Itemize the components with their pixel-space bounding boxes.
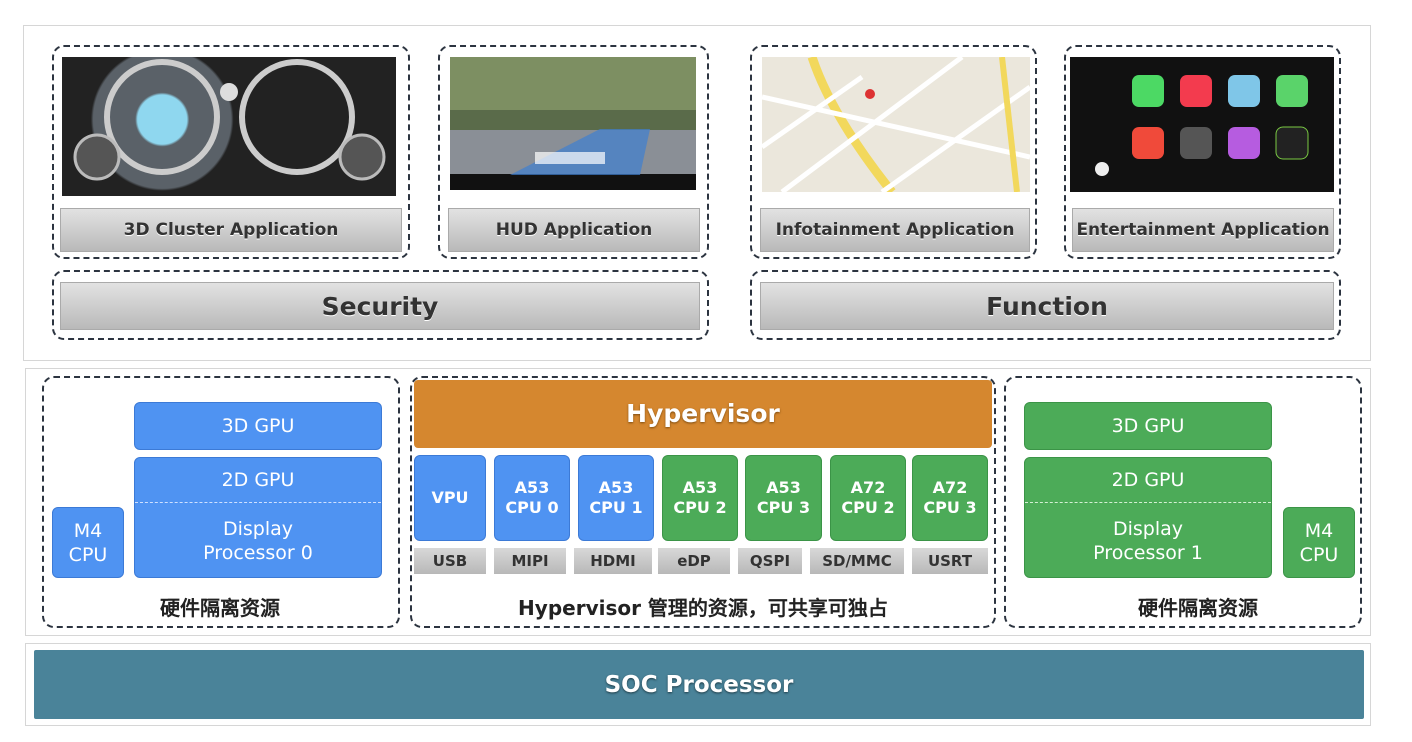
map-image <box>762 57 1030 192</box>
carplay-home-image <box>1070 57 1334 192</box>
core-4: A53 CPU 3 <box>745 455 822 541</box>
app-label-hud: HUD Application <box>448 208 700 252</box>
core-label: CPU 2 <box>841 498 895 517</box>
hypervisor-bar: Hypervisor <box>414 380 992 448</box>
app-label-infotainment: Infotainment Application <box>760 208 1030 252</box>
core-name: VPU <box>431 488 469 507</box>
interface-sd-mmc: SD/MMC <box>810 548 904 574</box>
core-label: CPU 0 <box>505 498 559 517</box>
instrument-cluster-image <box>62 57 396 196</box>
right-3d-gpu: 3D GPU <box>1024 402 1272 450</box>
left-2d-gpu-display: 2D GPU Display Processor 0 <box>134 457 382 578</box>
core-label: CPU 1 <box>589 498 643 517</box>
core-name: A53 <box>682 478 718 497</box>
left-display-processor: Display Processor 0 <box>203 518 313 564</box>
core-label: CPU 3 <box>756 498 811 517</box>
app-label-entertainment: Entertainment Application <box>1072 208 1334 252</box>
core-name: A53 <box>598 478 634 497</box>
interface-qspi: QSPI <box>738 548 802 574</box>
left-caption: 硬件隔离资源 <box>160 596 280 620</box>
interface-mipi: MIPI <box>494 548 566 574</box>
left-3d-gpu: 3D GPU <box>134 402 382 450</box>
left-m4-cpu: M4 CPU <box>52 507 124 578</box>
core-label: CPU 3 <box>923 498 977 517</box>
core-name: A72 <box>850 478 886 497</box>
left-2d-gpu: 2D GPU <box>135 458 381 503</box>
core-name: A72 <box>932 478 968 497</box>
right-display-processor: Display Processor 1 <box>1093 518 1203 564</box>
function-domain-label: Function <box>760 282 1334 330</box>
right-m4-cpu: M4 CPU <box>1283 507 1355 578</box>
right-2d-gpu-display: 2D GPU Display Processor 1 <box>1024 457 1272 578</box>
hypervisor-caption: Hypervisor 管理的资源，可共享可独占 <box>518 596 888 620</box>
core-6: A72 CPU 3 <box>912 455 988 541</box>
core-1: A53 CPU 0 <box>494 455 570 541</box>
app-label-3d-cluster: 3D Cluster Application <box>60 208 402 252</box>
core-name: A53 <box>514 478 550 497</box>
interface-hdmi: HDMI <box>574 548 652 574</box>
core-label: CPU 2 <box>673 498 727 517</box>
core-2: A53 CPU 1 <box>578 455 654 541</box>
right-caption: 硬件隔离资源 <box>1138 596 1258 620</box>
interface-edp: eDP <box>658 548 730 574</box>
core-name: A53 <box>766 478 801 497</box>
core-5: A72 CPU 2 <box>830 455 906 541</box>
security-domain-label: Security <box>60 282 700 330</box>
core-3: A53 CPU 2 <box>662 455 738 541</box>
soc-processor-bar: SOC Processor <box>34 650 1364 719</box>
hud-road-image <box>450 57 696 190</box>
interface-usrt: USRT <box>912 548 988 574</box>
core-0: VPU <box>414 455 486 541</box>
right-2d-gpu: 2D GPU <box>1025 458 1271 503</box>
interface-usb: USB <box>414 548 486 574</box>
